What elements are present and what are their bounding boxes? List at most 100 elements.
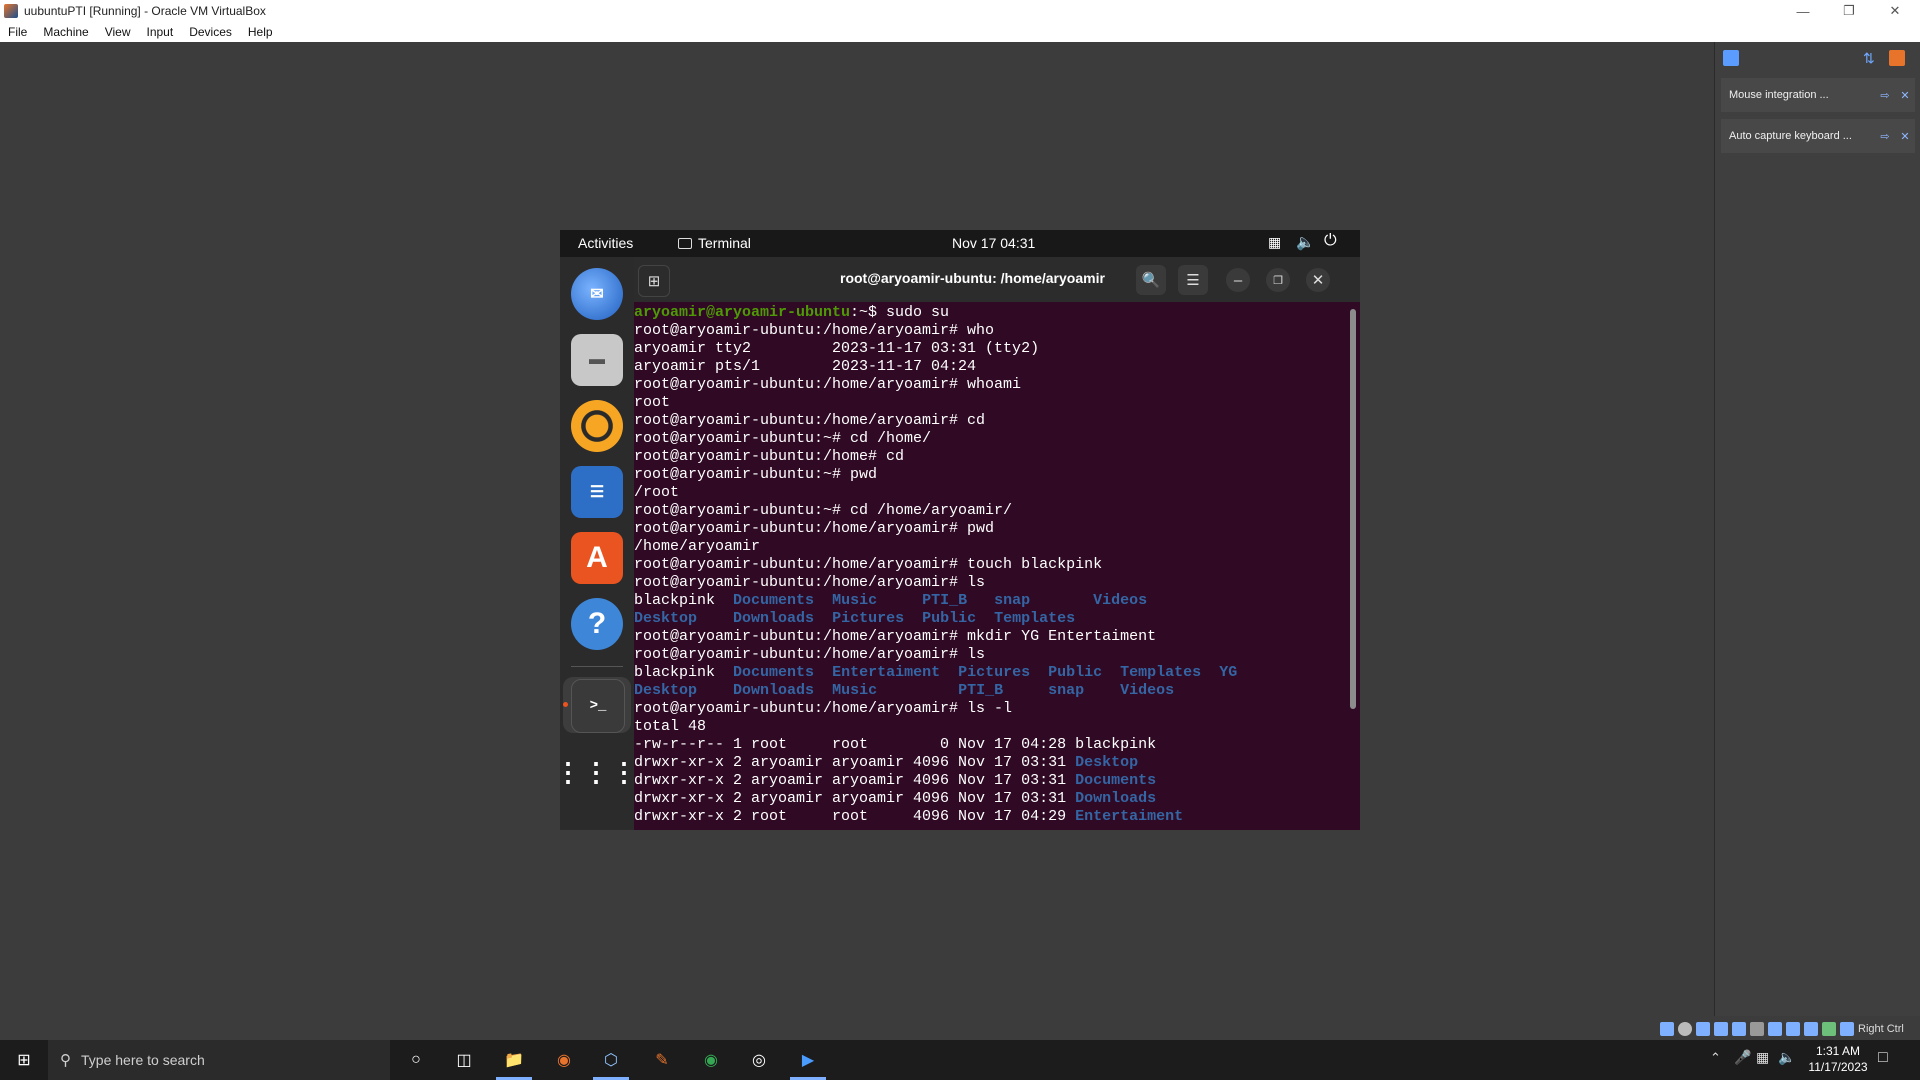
help-icon[interactable]: ? xyxy=(571,598,623,650)
shared-folders-icon[interactable] xyxy=(1750,1022,1764,1036)
close-icon[interactable]: ✕ xyxy=(1895,85,1915,105)
rhythmbox-icon[interactable] xyxy=(571,400,623,452)
obs-icon[interactable]: ◎ xyxy=(745,1046,773,1074)
recording-icon[interactable] xyxy=(1786,1022,1800,1036)
directory-entry: Public xyxy=(1048,664,1103,681)
close-icon[interactable]: ✕ xyxy=(1895,126,1915,146)
terminal-text: root@aryoamir-ubuntu:/home# cd xyxy=(634,448,905,465)
terminal-header-bar: ⊞ root@aryoamir-ubuntu: /home/aryoamir 🔍… xyxy=(634,257,1360,302)
virtualbox-taskbar-icon[interactable]: ⬡ xyxy=(597,1046,625,1074)
cortana-icon[interactable]: ○ xyxy=(402,1046,430,1074)
notification-center-icon[interactable] xyxy=(1723,50,1739,66)
terminal-output[interactable]: aryoamir@aryoamir-ubuntu:~$ sudo su root@… xyxy=(634,302,1348,832)
display-icon[interactable] xyxy=(1768,1022,1782,1036)
terminal-text: drwxr-xr-x 2 aryoamir aryoamir 4096 Nov … xyxy=(634,754,1076,771)
files-icon[interactable]: ▬ xyxy=(571,334,623,386)
search-button[interactable]: 🔍 xyxy=(1136,265,1166,295)
expand-icon[interactable]: ⇨ xyxy=(1875,85,1895,105)
search-icon: ⚲ xyxy=(60,1052,71,1069)
show-apps-icon[interactable]: ⋮⋮⋮ xyxy=(555,746,637,798)
terminal-scrollbar[interactable] xyxy=(1350,309,1356,709)
directory-entry: Public xyxy=(922,610,977,627)
directory-entry: PTI_B xyxy=(922,592,968,609)
virtualbox-icon xyxy=(4,4,18,18)
thunderbird-icon[interactable]: ✉ xyxy=(571,268,623,320)
active-vm-icon[interactable]: ▶ xyxy=(794,1046,822,1074)
taskbar-clock[interactable]: 1:31 AM 11/17/2023 xyxy=(1798,1043,1878,1075)
task-view-icon[interactable]: ◫ xyxy=(450,1046,478,1074)
power-icon[interactable]: ⏻ xyxy=(1324,232,1337,250)
terminal-text: total 48 xyxy=(634,718,707,735)
speaker-mute-icon[interactable]: 🔈 xyxy=(1778,1049,1795,1066)
minimize-button[interactable]: — xyxy=(1780,0,1826,22)
cpu-icon[interactable] xyxy=(1804,1022,1818,1036)
app-icon[interactable]: ✎ xyxy=(648,1046,676,1074)
directory-entry: Documents xyxy=(1075,772,1157,789)
dismiss-all-icon[interactable] xyxy=(1889,50,1905,66)
activities-button[interactable]: Activities xyxy=(578,235,633,251)
terminal-text: root xyxy=(634,394,671,411)
terminal-line: -rw-r--r-- 1 root root 0 Nov 17 04:28 bl… xyxy=(634,736,1348,754)
action-center-icon[interactable]: □ xyxy=(1878,1049,1888,1067)
volume-icon[interactable]: 🔈 xyxy=(1296,233,1315,251)
notification-auto-capture[interactable]: Auto capture keyboard ... ⇨ ✕ xyxy=(1721,119,1915,153)
close-window-button[interactable]: ✕ xyxy=(1306,268,1330,292)
app-menu[interactable]: Terminal xyxy=(698,235,751,251)
terminal-line: root@aryoamir-ubuntu:/home/aryoamir# who xyxy=(634,322,1348,340)
terminal-text: root@aryoamir-ubuntu:~# cd /home/aryoami… xyxy=(634,502,1013,519)
expand-icon[interactable]: ⇨ xyxy=(1875,126,1895,146)
file-explorer-icon[interactable]: 📁 xyxy=(500,1046,528,1074)
chrome-profile-icon[interactable]: ◉ xyxy=(697,1046,725,1074)
close-button[interactable]: ✕ xyxy=(1872,0,1918,22)
network-icon[interactable]: ▦ xyxy=(1756,1049,1769,1066)
new-tab-button[interactable]: ⊞ xyxy=(638,265,670,297)
notification-mouse-integration[interactable]: Mouse integration ... ⇨ ✕ xyxy=(1721,78,1915,112)
menu-button[interactable]: ☰ xyxy=(1178,265,1208,295)
terminal-text: root@aryoamir-ubuntu:/home/aryoamir# tou… xyxy=(634,556,1103,573)
menu-help[interactable]: Help xyxy=(240,25,281,39)
maximize-button[interactable]: ❐ xyxy=(1826,0,1872,22)
menu-input[interactable]: Input xyxy=(139,25,182,39)
menu-devices[interactable]: Devices xyxy=(181,25,240,39)
terminal-line: drwxr-xr-x 2 aryoamir aryoamir 4096 Nov … xyxy=(634,772,1348,790)
directory-entry: Pictures xyxy=(958,664,1031,681)
keyboard-capture-icon[interactable] xyxy=(1840,1022,1854,1036)
terminal-line: Desktop Downloads Pictures Public Templa… xyxy=(634,610,1348,628)
terminal-text: root@aryoamir-ubuntu:~# cd /home/ xyxy=(634,430,932,447)
network-adapter-icon[interactable] xyxy=(1714,1022,1728,1036)
menu-machine[interactable]: Machine xyxy=(35,25,96,39)
optical-drive-icon[interactable] xyxy=(1678,1022,1692,1036)
directory-entry: snap xyxy=(994,592,1031,609)
windows-start-icon[interactable]: ⊞ xyxy=(10,1046,38,1074)
chevron-up-icon[interactable]: ⌃ xyxy=(1710,1050,1721,1066)
terminal-icon[interactable]: >_ xyxy=(571,679,625,733)
clock[interactable]: Nov 17 04:31 xyxy=(952,235,1035,251)
clock-time: 1:31 AM xyxy=(1815,1044,1861,1058)
terminal-text: aryoamir@aryoamir-ubuntu xyxy=(634,304,851,321)
microphone-icon[interactable]: 🎤 xyxy=(1734,1049,1751,1066)
taskbar-search-box[interactable]: ⚲ Type here to search xyxy=(48,1040,390,1080)
vm-screen[interactable]: Activities Terminal Nov 17 04:31 ▦ 🔈 ⏻ ✉… xyxy=(555,230,1360,830)
network-icon[interactable]: ▦ xyxy=(1268,234,1281,251)
terminal-window[interactable]: ⊞ root@aryoamir-ubuntu: /home/aryoamir 🔍… xyxy=(634,257,1360,830)
terminal-line: root xyxy=(634,394,1348,412)
terminal-text: drwxr-xr-x 2 aryoamir aryoamir 4096 Nov … xyxy=(634,790,1076,807)
usb-icon[interactable] xyxy=(1732,1022,1746,1036)
menu-view[interactable]: View xyxy=(97,25,139,39)
menu-file[interactable]: File xyxy=(0,25,35,39)
libreoffice-writer-icon[interactable]: ☰ xyxy=(571,466,623,518)
ubuntu-software-icon[interactable]: A xyxy=(571,532,623,584)
minimize-window-button[interactable]: – xyxy=(1226,268,1250,292)
hard-disk-icon[interactable] xyxy=(1660,1022,1674,1036)
chrome-icon[interactable]: ◉ xyxy=(550,1046,578,1074)
directory-entry: YG xyxy=(1219,664,1238,681)
sort-icon[interactable]: ⇅ xyxy=(1863,50,1879,66)
terminal-line: root@aryoamir-ubuntu:/home/aryoamir# cd xyxy=(634,412,1348,430)
restore-window-button[interactable]: ❐ xyxy=(1266,268,1290,292)
terminal-text: drwxr-xr-x 2 root root 4096 Nov 17 04:29 xyxy=(634,808,1076,825)
mouse-integration-icon[interactable] xyxy=(1822,1022,1836,1036)
audio-icon[interactable] xyxy=(1696,1022,1710,1036)
